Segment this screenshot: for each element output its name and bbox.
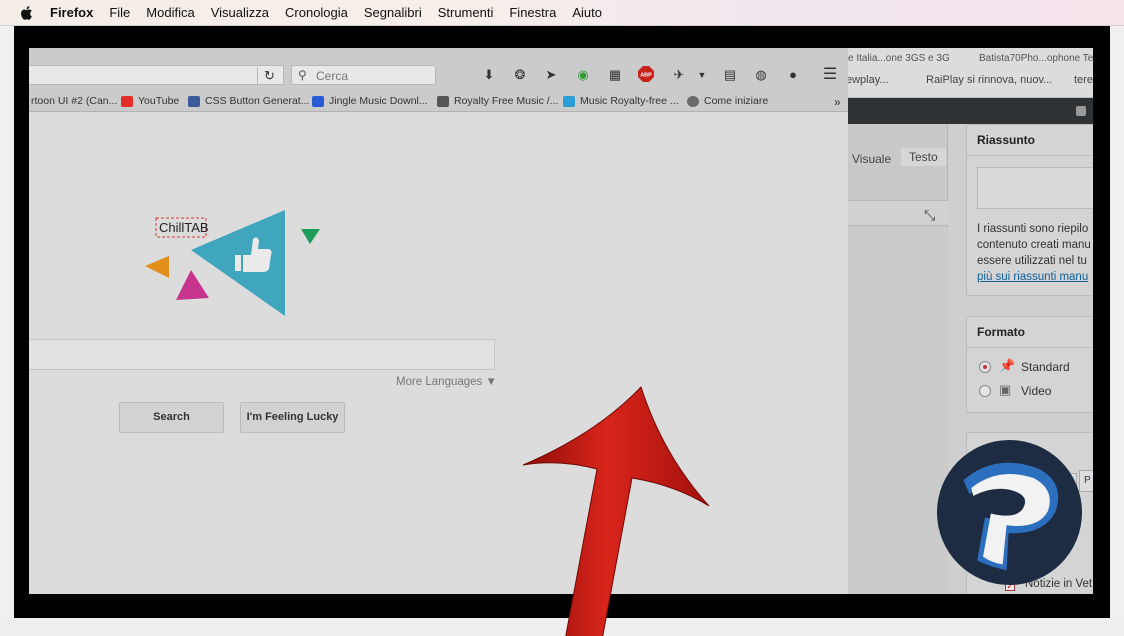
wordpress-tabs-bar: e Italia...one 3GS e 3G Batista70Pho...o… — [848, 48, 1093, 98]
format-standard-radio[interactable] — [979, 361, 991, 373]
summary-description: I riassunti sono riepilo contenuto creat… — [977, 221, 1093, 285]
bookmark-item[interactable]: Come iniziare — [687, 95, 768, 107]
mac-menubar: Firefox File Modifica Visualizza Cronolo… — [0, 0, 1124, 26]
browser-tab[interactable]: ewplay... — [848, 74, 889, 86]
summary-desc-line: I riassunti sono riepilo — [977, 223, 1089, 235]
search-icon: ⚲ — [298, 68, 307, 82]
chilltab-logo: ChillTAB — [145, 210, 320, 316]
bookmarks-bar: rtoon UI #2 (Can... YouTube CSS Button G… — [29, 90, 848, 112]
bookmark-item[interactable]: Jingle Music Downl... — [312, 95, 428, 107]
video-icon: ▣ — [999, 382, 1012, 397]
browser-tab[interactable]: RaiPlay si rinnova, nuov... — [926, 74, 1052, 86]
globe-icon — [687, 95, 699, 107]
summary-desc-line: essere utilizzati nel tu — [977, 255, 1087, 267]
menu-file[interactable]: File — [109, 5, 130, 20]
format-standard-label: Standard — [1021, 360, 1070, 374]
tab-visuale[interactable]: Visuale — [852, 152, 891, 166]
editor-pane: Visuale Testo ⤡ — [848, 124, 948, 594]
search-input[interactable] — [29, 339, 495, 370]
format-video-radio[interactable] — [979, 385, 991, 397]
search-bar[interactable]: ⚲ Cerca — [291, 65, 436, 85]
bookmark-label: Music Royalty-free ... — [580, 95, 679, 107]
browser-tab[interactable]: e Italia...one 3GS e 3G — [848, 53, 950, 64]
bottom-gutter — [0, 618, 1124, 636]
sidebar-icon[interactable]: ▤ — [721, 66, 739, 84]
fullscreen-icon[interactable]: ⤡ — [924, 207, 935, 224]
bookmark-item[interactable]: Music Royalty-free ... — [563, 95, 679, 107]
firefox-toolbar: ↻ ⚲ Cerca ⬇ ❂ ➤ ◉ ▦ ABP ✈ ▼ ▤ ◍ ● ☰ rtoo… — [29, 48, 848, 112]
bookmark-item[interactable]: YouTube — [121, 95, 179, 107]
send-icon[interactable]: ➤ — [542, 66, 560, 84]
summary-title: Riassunto — [977, 133, 1036, 147]
css-icon — [188, 95, 200, 107]
tab-testo[interactable]: Testo — [901, 148, 946, 166]
editor-textarea[interactable] — [848, 228, 948, 594]
adblock-icon[interactable]: ABP — [637, 66, 655, 84]
url-bar[interactable]: ↻ — [29, 65, 284, 85]
bookmark-label: Jingle Music Downl... — [329, 95, 428, 107]
menu-modifica[interactable]: Modifica — [146, 5, 194, 20]
menu-firefox[interactable]: Firefox — [50, 5, 93, 20]
more-languages-link[interactable]: More Languages ▼ — [396, 376, 497, 388]
summary-textarea[interactable] — [977, 167, 1093, 209]
divider — [967, 347, 1093, 348]
screen: Firefox File Modifica Visualizza Cronolo… — [0, 0, 1124, 636]
bookmark-label: Come iniziare — [704, 95, 769, 107]
svg-text:ABP: ABP — [640, 73, 652, 79]
browser-tab[interactable]: Batista70Pho...ophone Team — [979, 53, 1093, 64]
feeling-lucky-button[interactable]: I'm Feeling Lucky — [240, 402, 345, 433]
apple-icon[interactable] — [18, 4, 36, 22]
editor-tabs: Visuale Testo — [848, 148, 948, 172]
search-button[interactable]: Search — [119, 402, 224, 433]
pin-icon: 📌 — [999, 358, 1016, 373]
screenshot-icon[interactable]: ▦ — [606, 66, 624, 84]
page-content: ChillTAB More Languages ▼ Search I'm Fee… — [29, 113, 848, 594]
logo-text: ChillTAB — [159, 220, 209, 235]
bookmark-label: CSS Button Generat... — [205, 95, 310, 107]
divider — [967, 155, 1093, 156]
bookmark-item[interactable]: rtoon UI #2 (Can... — [31, 95, 117, 107]
summary-link[interactable]: più sui riassunti manu — [977, 269, 1093, 285]
format-box: Formato 📌 Standard ▣ Video — [966, 316, 1093, 413]
music-icon — [312, 95, 324, 107]
sync-icon[interactable]: ❂ — [511, 66, 529, 84]
bookmarks-overflow-icon[interactable]: » — [834, 95, 841, 109]
chevron-down-icon[interactable]: ▼ — [693, 66, 711, 84]
browser-tab[interactable]: tere — [1074, 74, 1093, 86]
format-title: Formato — [977, 325, 1025, 339]
bookmark-label: Royalty Free Music /... — [454, 95, 559, 107]
bird-icon[interactable]: ✈ — [670, 66, 688, 84]
menu-strumenti[interactable]: Strumenti — [438, 5, 494, 20]
search-placeholder: Cerca — [316, 69, 349, 83]
hamburger-menu-icon[interactable]: ☰ — [821, 66, 839, 84]
format-video-label: Video — [1021, 384, 1052, 398]
menu-segnalibri[interactable]: Segnalibri — [364, 5, 422, 20]
p-brand-logo — [936, 439, 1083, 586]
menu-aiuto[interactable]: Aiuto — [572, 5, 602, 20]
summary-desc-line: contenuto creati manu — [977, 239, 1091, 251]
menu-finestra[interactable]: Finestra — [509, 5, 556, 20]
reload-icon[interactable]: ↻ — [257, 67, 281, 84]
bookmark-label: rtoon UI #2 (Can... — [31, 95, 118, 107]
extension-dark-icon[interactable]: ● — [784, 66, 802, 84]
menu-cronologia[interactable]: Cronologia — [285, 5, 348, 20]
comment-icon[interactable] — [1076, 106, 1086, 116]
left-gutter — [0, 26, 14, 636]
bookmark-item[interactable]: Royalty Free Music /... — [437, 95, 558, 107]
bookmark-item[interactable]: CSS Button Generat... — [188, 95, 309, 107]
pocket-icon[interactable]: ◍ — [752, 66, 770, 84]
editor-toolbar: ⤡ — [848, 200, 948, 226]
firefox-window: ↻ ⚲ Cerca ⬇ ❂ ➤ ◉ ▦ ABP ✈ ▼ ▤ ◍ ● ☰ rtoo… — [29, 48, 848, 594]
royalty-icon — [437, 95, 449, 107]
bookmark-label: YouTube — [138, 95, 180, 107]
music-box-icon — [563, 95, 575, 107]
right-gutter — [1110, 26, 1124, 636]
youtube-icon — [121, 95, 133, 107]
wp-admin-bar — [848, 98, 1093, 124]
download-icon[interactable]: ⬇ — [480, 66, 498, 84]
summary-box: Riassunto I riassunti sono riepilo conte… — [966, 124, 1093, 296]
extension-green-icon[interactable]: ◉ — [574, 66, 592, 84]
menu-visualizza[interactable]: Visualizza — [211, 5, 269, 20]
